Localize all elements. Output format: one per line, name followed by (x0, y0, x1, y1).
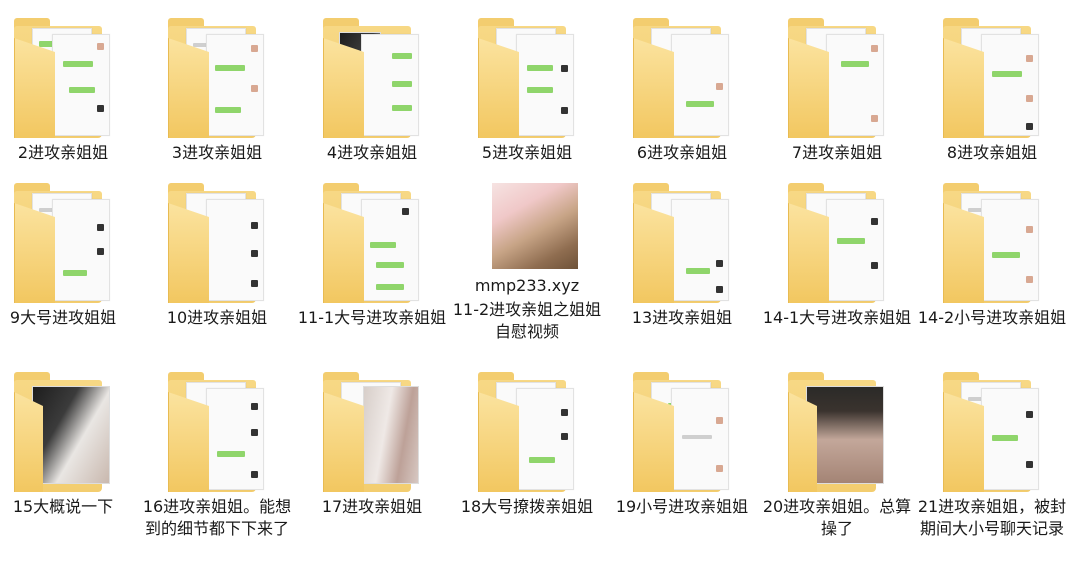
folder-icon (782, 372, 892, 492)
folder-label: 11-1大号进攻亲姐姐 (297, 308, 447, 327)
folder-icon (317, 18, 427, 138)
folder-icon (162, 372, 272, 492)
folder-icon (317, 183, 427, 303)
folder-label: 2进攻亲姐姐 (17, 143, 109, 162)
folder-label: 14-1大号进攻亲姐姐 (762, 308, 912, 327)
folder-icon (472, 18, 582, 138)
folder-icon (317, 372, 427, 492)
folder-icon (627, 183, 737, 303)
folder-label: 9大号进攻姐姐 (9, 308, 117, 327)
folder-label: 18大号撩拨亲姐姐 (460, 497, 594, 516)
folder-item[interactable]: 21进攻亲姐姐，被封期间大小号聊天记录 (917, 372, 1067, 540)
folder-icon (627, 372, 737, 492)
folder-icon (627, 18, 737, 138)
folder-label: 14-2小号进攻亲姐姐 (917, 308, 1067, 327)
folder-label: 6进攻亲姐姐 (636, 143, 728, 162)
folder-item[interactable]: 11-1大号进攻亲姐姐 (297, 183, 447, 329)
folder-label: 19小号进攻亲姐姐 (615, 497, 749, 516)
folder-item[interactable]: 13进攻亲姐姐 (607, 183, 757, 329)
folder-item[interactable]: 15大概说一下 (0, 372, 138, 518)
folder-label: 10进攻亲姐姐 (166, 308, 268, 327)
folder-item[interactable]: 7进攻亲姐姐 (762, 18, 912, 164)
folder-item[interactable]: 9大号进攻姐姐 (0, 183, 138, 329)
folder-item[interactable]: 14-2小号进攻亲姐姐 (917, 183, 1067, 329)
folder-item[interactable]: 3进攻亲姐姐 (142, 18, 292, 164)
folder-icon (937, 372, 1047, 492)
folder-item[interactable]: 4进攻亲姐姐 (297, 18, 447, 164)
video-thumbnail (472, 183, 582, 279)
folder-item[interactable]: 17进攻亲姐姐 (297, 372, 447, 518)
folder-icon (8, 183, 118, 303)
folder-label: 15大概说一下 (12, 497, 114, 516)
file-label: 11-2进攻亲姐之姐姐自慰视频 (452, 300, 602, 341)
folder-label: 13进攻亲姐姐 (631, 308, 733, 327)
folder-label: 16进攻亲姐姐。能想到的细节都下下来了 (142, 497, 292, 538)
folder-item[interactable]: 14-1大号进攻亲姐姐 (762, 183, 912, 329)
folder-item[interactable]: 8进攻亲姐姐 (917, 18, 1067, 164)
folder-label: 21进攻亲姐姐，被封期间大小号聊天记录 (917, 497, 1067, 538)
folder-item[interactable]: 18大号撩拨亲姐姐 (452, 372, 602, 518)
folder-icon (937, 183, 1047, 303)
folder-label: 8进攻亲姐姐 (946, 143, 1038, 162)
folder-label: 5进攻亲姐姐 (481, 143, 573, 162)
folder-item[interactable]: 19小号进攻亲姐姐 (607, 372, 757, 518)
folder-item[interactable]: 6进攻亲姐姐 (607, 18, 757, 164)
folder-item[interactable]: 5进攻亲姐姐 (452, 18, 602, 164)
folder-label: 17进攻亲姐姐 (321, 497, 423, 516)
folder-label: 3进攻亲姐姐 (171, 143, 263, 162)
folder-icon (162, 183, 272, 303)
folder-icon (8, 18, 118, 138)
folder-icon (937, 18, 1047, 138)
folder-icon (162, 18, 272, 138)
folder-item[interactable]: 2进攻亲姐姐 (0, 18, 138, 164)
folder-item[interactable]: 16进攻亲姐姐。能想到的细节都下下来了 (142, 372, 292, 540)
file-grid: 2进攻亲姐姐 3进攻亲姐姐 4进攻亲姐姐 5进攻亲姐姐 6进攻亲姐姐 7进攻亲姐… (0, 0, 1080, 576)
folder-item[interactable]: 10进攻亲姐姐 (142, 183, 292, 329)
folder-label: 4进攻亲姐姐 (326, 143, 418, 162)
folder-icon (782, 183, 892, 303)
folder-label: 7进攻亲姐姐 (791, 143, 883, 162)
folder-icon (782, 18, 892, 138)
folder-icon (472, 372, 582, 492)
folder-label: 20进攻亲姐姐。总算操了 (762, 497, 912, 538)
video-file-item[interactable]: mmp233.xyz 11-2进攻亲姐之姐姐自慰视频 (452, 183, 602, 343)
folder-item[interactable]: 20进攻亲姐姐。总算操了 (762, 372, 912, 540)
folder-icon (8, 372, 118, 492)
